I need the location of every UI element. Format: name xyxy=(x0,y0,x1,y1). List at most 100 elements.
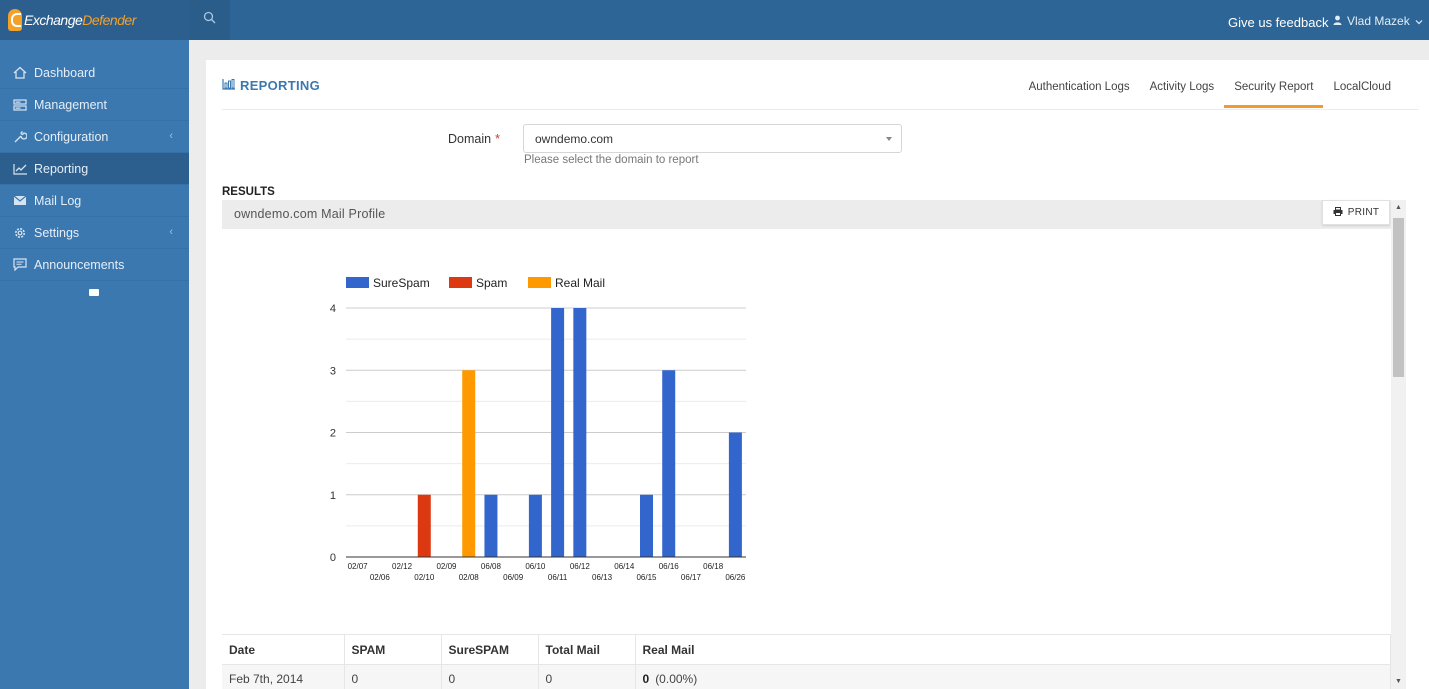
bar-surespam xyxy=(528,494,542,557)
mail-profile-chart: SureSpam Spam Real Mail0123402/0702/0602/1… xyxy=(330,276,746,582)
sidebar-item-configuration[interactable]: Configuration ‹ xyxy=(0,121,189,153)
cell-total-mail: 0 xyxy=(538,664,636,689)
cell-spam: 0 xyxy=(344,664,442,689)
sidebar-item-label: Settings xyxy=(34,225,80,240)
x-tick-label: 06/17 xyxy=(681,573,702,582)
search-icon xyxy=(203,11,216,29)
tab-security-report[interactable]: Security Report xyxy=(1224,75,1324,108)
domain-select[interactable]: owndemo.com xyxy=(523,124,902,153)
cell-date: Feb 7th, 2014 xyxy=(222,664,345,689)
column-header-total-mail[interactable]: Total Mail xyxy=(538,634,636,665)
gear-icon xyxy=(12,226,28,240)
x-tick-label: 02/10 xyxy=(414,573,435,582)
x-tick-label: 06/12 xyxy=(570,562,591,571)
x-tick-label: 06/26 xyxy=(725,573,746,582)
sidebar-item-label: Configuration xyxy=(34,129,109,144)
y-tick-label: 2 xyxy=(330,428,336,440)
print-label: PRINT xyxy=(1347,207,1380,218)
results-table: Date SPAM SureSPAM Total Mail Real Mail … xyxy=(222,634,1391,689)
sidebar-item-management[interactable]: Management xyxy=(0,89,189,121)
x-tick-label: 06/08 xyxy=(481,562,502,571)
domain-help-text: Please select the domain to report xyxy=(524,154,699,166)
bar-chart-icon xyxy=(222,78,236,93)
scroll-up-arrow-icon[interactable]: ▲ xyxy=(1391,200,1406,215)
results-scrollbar[interactable]: ▲ ▼ xyxy=(1391,200,1406,689)
print-button[interactable]: PRINT xyxy=(1322,200,1390,225)
comment-icon xyxy=(12,258,28,272)
y-tick-label: 3 xyxy=(330,365,336,377)
sidebar-item-mail-log[interactable]: Mail Log xyxy=(0,185,189,217)
page-title-text: REPORTING xyxy=(240,78,320,93)
x-tick-label: 02/07 xyxy=(348,562,369,571)
x-tick-label: 02/12 xyxy=(392,562,413,571)
user-icon xyxy=(1333,14,1342,28)
column-header-spam[interactable]: SPAM xyxy=(344,634,442,665)
chevron-left-icon: ‹ xyxy=(169,130,173,142)
legend-label: SureSpam xyxy=(373,276,430,290)
scrollbar-thumb[interactable] xyxy=(1393,218,1404,377)
tab-localcloud[interactable]: LocalCloud xyxy=(1323,75,1401,108)
column-header-date[interactable]: Date xyxy=(222,634,345,665)
sidebar-item-reporting[interactable]: Reporting xyxy=(0,153,189,185)
x-tick-label: 02/09 xyxy=(436,562,457,571)
chevron-left-icon: ‹ xyxy=(169,226,173,238)
y-tick-label: 1 xyxy=(330,490,336,502)
required-mark: * xyxy=(495,132,500,146)
bar-surespam xyxy=(484,494,498,557)
sidebar: ExchangeDefender Dashboard Management Co… xyxy=(0,0,189,689)
x-tick-label: 06/16 xyxy=(659,562,680,571)
feedback-link[interactable]: Give us feedback xyxy=(1228,15,1328,30)
legend-label: Spam xyxy=(476,276,507,290)
sidebar-item-label: Dashboard xyxy=(34,65,96,80)
sidebar-item-settings[interactable]: Settings ‹ xyxy=(0,217,189,249)
table-header-row: Date SPAM SureSPAM Total Mail Real Mail xyxy=(222,634,1391,665)
legend-swatch xyxy=(346,277,369,288)
y-tick-label: 4 xyxy=(330,303,336,315)
table-row: Feb 7th, 2014 0 0 0 0 (0.00%) xyxy=(222,664,1391,689)
bar-surespam xyxy=(640,494,653,557)
wrench-icon xyxy=(12,130,28,144)
sidebar-item-announcements[interactable]: Announcements xyxy=(0,249,189,281)
real-mail-count: 0 xyxy=(642,671,650,686)
domain-select-value: owndemo.com xyxy=(535,132,614,146)
reporting-panel: REPORTING Authentication Logs Activity L… xyxy=(206,60,1429,689)
bar-surespam xyxy=(662,370,676,557)
y-tick-label: 0 xyxy=(330,552,336,564)
brand-logo[interactable]: ExchangeDefender xyxy=(0,0,189,40)
x-tick-label: 06/14 xyxy=(614,562,635,571)
x-tick-label: 02/08 xyxy=(459,573,480,582)
column-header-surespam[interactable]: SureSPAM xyxy=(441,634,539,665)
scroll-down-arrow-icon[interactable]: ▼ xyxy=(1391,674,1406,689)
report-tabs: Authentication Logs Activity Logs Securi… xyxy=(1019,75,1401,108)
envelope-icon xyxy=(12,194,28,208)
divider xyxy=(222,109,1419,110)
cell-real-mail: 0 (0.00%) xyxy=(635,664,1391,689)
x-tick-label: 06/11 xyxy=(548,573,568,582)
brand-name: ExchangeDefender xyxy=(24,12,136,28)
x-tick-label: 02/06 xyxy=(370,573,391,582)
search-button[interactable] xyxy=(189,0,230,40)
x-tick-label: 06/13 xyxy=(592,573,613,582)
results-heading: RESULTS xyxy=(222,186,275,198)
real-mail-percent: (0.00%) xyxy=(655,671,698,686)
top-navbar: Give us feedback Vlad Mazek xyxy=(189,0,1429,40)
page-title: REPORTING xyxy=(222,78,320,93)
home-icon xyxy=(12,66,28,80)
x-tick-label: 06/18 xyxy=(703,562,724,571)
user-menu[interactable]: Vlad Mazek xyxy=(1333,14,1423,28)
x-tick-label: 06/15 xyxy=(636,573,657,582)
tab-activity-logs[interactable]: Activity Logs xyxy=(1140,75,1225,108)
mail-profile-title: owndemo.com Mail Profile xyxy=(234,207,386,221)
bar-surespam xyxy=(728,432,742,557)
x-tick-label: 06/09 xyxy=(503,573,524,582)
tab-authentication-logs[interactable]: Authentication Logs xyxy=(1019,75,1140,108)
x-tick-label: 06/10 xyxy=(525,562,546,571)
cell-surespam: 0 xyxy=(441,664,539,689)
column-header-real-mail[interactable]: Real Mail xyxy=(635,634,1391,665)
sidebar-item-dashboard[interactable]: Dashboard xyxy=(0,57,189,89)
legend-label: Real Mail xyxy=(555,276,605,290)
line-chart-icon xyxy=(12,162,28,176)
caret-down-icon xyxy=(886,137,892,141)
sidebar-collapse-handle[interactable] xyxy=(89,289,99,296)
server-icon xyxy=(12,98,28,112)
